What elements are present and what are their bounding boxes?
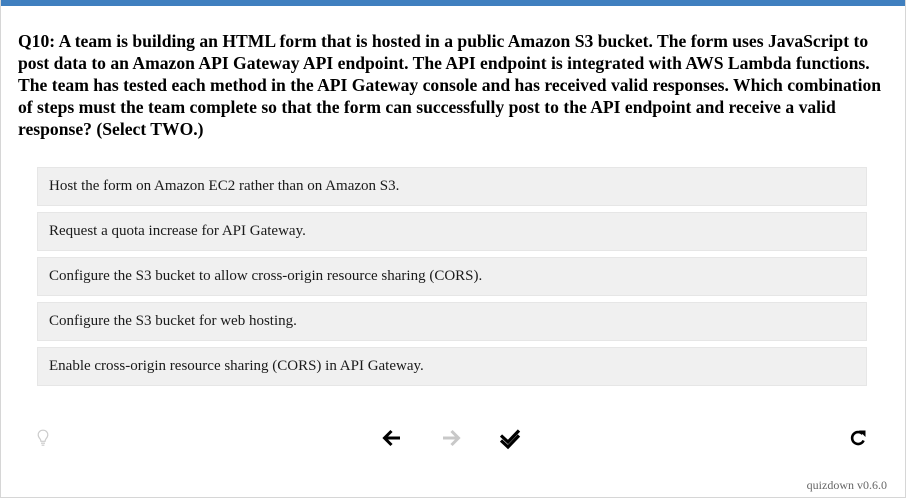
- answer-option-label: Host the form on Amazon EC2 rather than …: [49, 178, 400, 194]
- redo-icon: [850, 430, 866, 446]
- answer-option[interactable]: Configure the S3 bucket to allow cross-o…: [37, 257, 867, 296]
- double-check-icon: [499, 429, 521, 450]
- answer-option-label: Enable cross-origin resource sharing (CO…: [49, 358, 424, 374]
- answer-option-label: Configure the S3 bucket for web hosting.: [49, 313, 297, 329]
- check-answer-button[interactable]: [498, 426, 522, 450]
- reset-button[interactable]: [846, 426, 870, 450]
- answer-option-label: Configure the S3 bucket to allow cross-o…: [49, 268, 483, 284]
- answer-options: Host the form on Amazon EC2 rather than …: [37, 167, 867, 392]
- previous-button[interactable]: [380, 426, 404, 450]
- answer-option[interactable]: Host the form on Amazon EC2 rather than …: [37, 167, 867, 206]
- version-label: quizdown v0.6.0: [806, 478, 887, 492]
- hint-button[interactable]: [36, 428, 50, 448]
- arrow-left-icon: [382, 429, 400, 447]
- answer-option[interactable]: Request a quota increase for API Gateway…: [37, 212, 867, 251]
- next-button[interactable]: [439, 426, 463, 450]
- arrow-right-icon: [443, 429, 461, 447]
- question-text: Q10: A team is building an HTML form tha…: [18, 31, 882, 139]
- answer-option-label: Request a quota increase for API Gateway…: [49, 223, 306, 239]
- lightbulb-icon: [37, 429, 49, 446]
- answer-option[interactable]: Enable cross-origin resource sharing (CO…: [37, 347, 867, 386]
- answer-option[interactable]: Configure the S3 bucket for web hosting.: [37, 302, 867, 341]
